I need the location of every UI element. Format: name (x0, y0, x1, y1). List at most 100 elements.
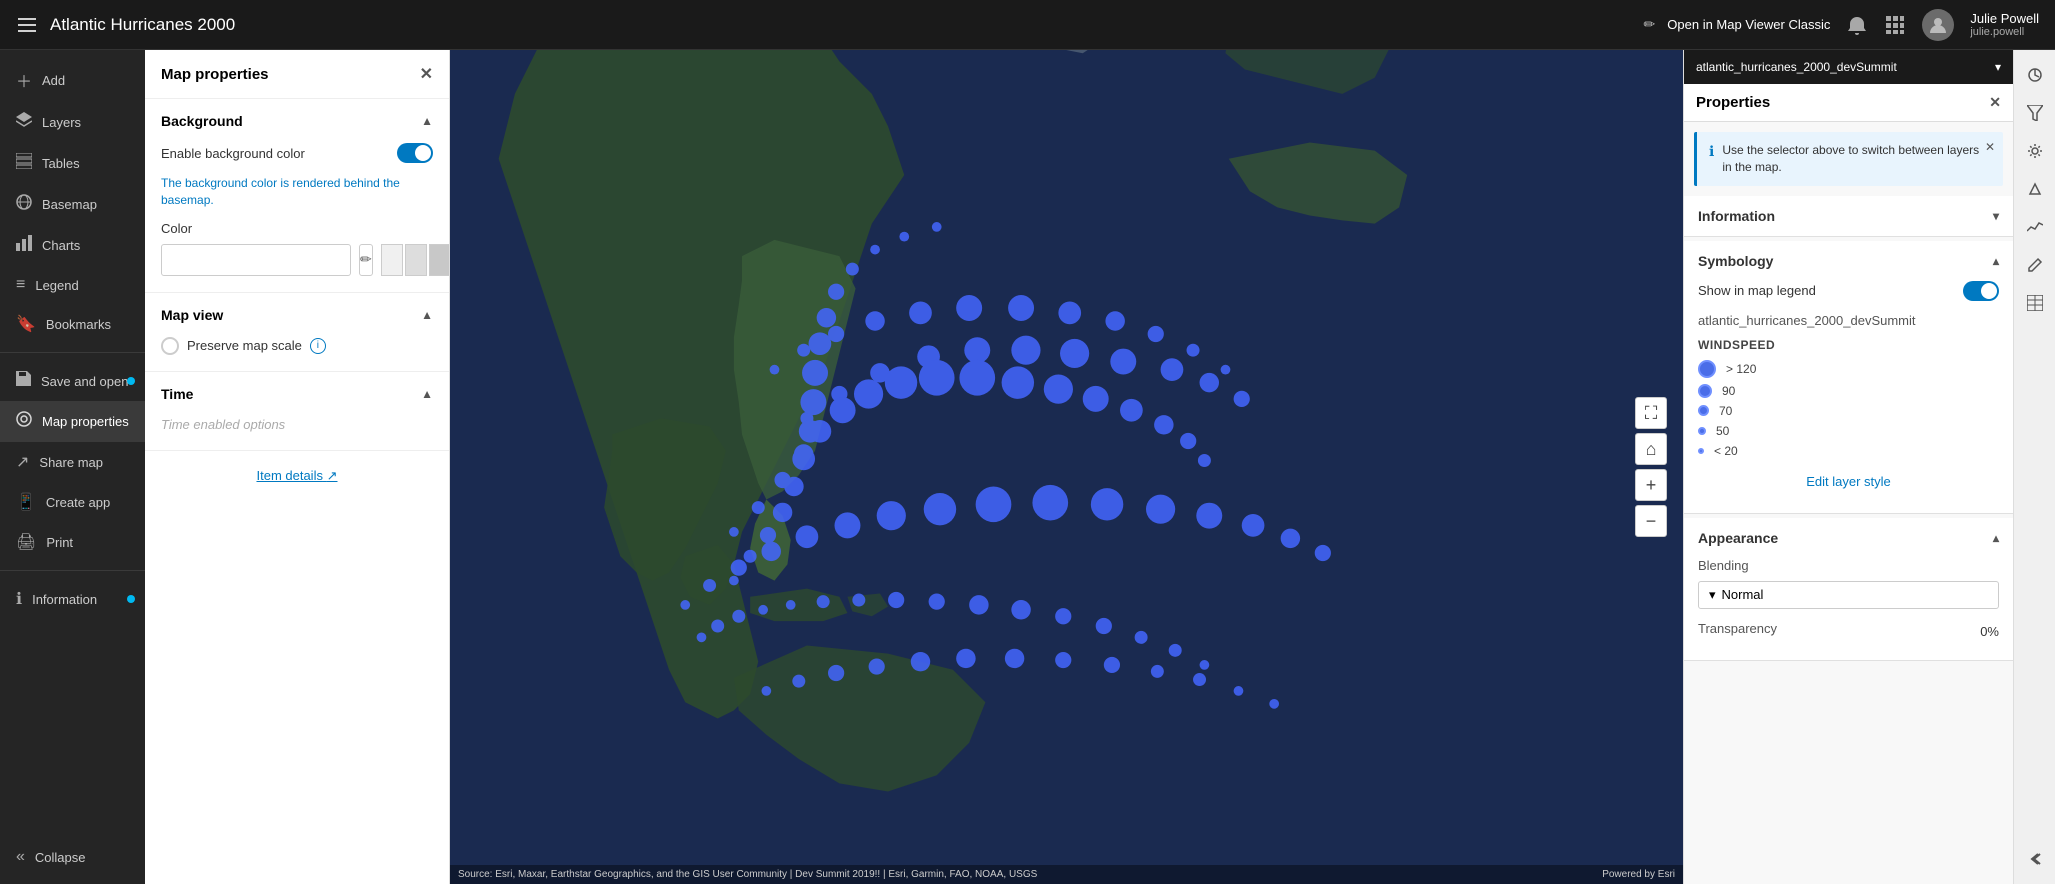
sidebar-item-map-properties[interactable]: Map properties (0, 401, 145, 442)
sidebar-item-save-open-label: Save and open (41, 374, 128, 389)
edit-title-icon[interactable]: ✏ (1644, 16, 1656, 33)
properties-close-button[interactable]: ✕ (1989, 94, 2001, 111)
symbology-section-content: Show in map legend atlantic_hurricanes_2… (1684, 281, 2013, 513)
sidebar-item-add[interactable]: ＋ Add (0, 58, 145, 102)
item-details-label: Item details (256, 468, 322, 483)
tables-icon (16, 153, 32, 174)
sidebar-item-map-properties-label: Map properties (42, 414, 129, 429)
information-section: Information ▾ (1684, 196, 2013, 237)
blending-chevron-icon: ▾ (1709, 587, 1716, 603)
appearance-section: Appearance ▴ Blending ▾ Normal Transpare… (1684, 518, 2013, 661)
map-properties-panel: Map properties ✕ Background ▲ Enable bac… (145, 50, 450, 884)
menu-icon[interactable] (16, 14, 38, 36)
user-email: julie.powell (1970, 26, 2039, 38)
sidebar-item-collapse[interactable]: « Collapse (0, 838, 145, 876)
preserve-scale-info-icon[interactable]: i (310, 338, 326, 354)
color-swatch-3[interactable] (429, 244, 450, 276)
map-view-section-header[interactable]: Map view ▲ (145, 293, 449, 337)
info-banner: ℹ Use the selector above to switch betwe… (1694, 132, 2003, 186)
topbar-right: Open in Map Viewer Classic Julie Powell … (1667, 9, 2039, 41)
collapse-icon: « (16, 848, 25, 866)
sidebar-item-save-open[interactable]: Save and open (0, 361, 145, 401)
zoom-in-button[interactable]: + (1635, 469, 1667, 501)
legend-text-1: > 120 (1726, 362, 1756, 376)
save-open-dot (127, 377, 135, 385)
zoom-out-button[interactable]: − (1635, 505, 1667, 537)
information-chevron-icon: ▾ (1993, 209, 1999, 223)
rail-analytics-icon[interactable] (2018, 210, 2052, 244)
right-properties-panel: atlantic_hurricanes_2000_devSummit ▾ Pro… (1683, 50, 2013, 884)
rail-style-icon[interactable] (2018, 58, 2052, 92)
item-details-link[interactable]: Item details ↗ (256, 468, 337, 483)
info-banner-text: Use the selector above to switch between… (1722, 142, 1991, 176)
rail-fields-icon[interactable] (2018, 286, 2052, 320)
sidebar-item-bookmarks[interactable]: 🔖 Bookmarks (0, 304, 145, 344)
charts-icon (16, 235, 32, 256)
sidebar-item-information[interactable]: ℹ Information (0, 579, 145, 619)
information-section-label: Information (1698, 208, 1775, 224)
open-classic-link[interactable]: Open in Map Viewer Classic (1667, 17, 1830, 32)
color-swatches (381, 244, 450, 276)
avatar[interactable] (1922, 9, 1954, 41)
info-banner-close-button[interactable]: ✕ (1985, 140, 1995, 154)
sidebar-item-basemap[interactable]: Basemap (0, 184, 145, 225)
map-view-chevron-icon: ▲ (421, 308, 433, 322)
transparency-value: 0% (1980, 624, 1999, 639)
map-view-section-label: Map view (161, 307, 223, 323)
legend-dot-4 (1698, 427, 1706, 435)
sidebar-item-basemap-label: Basemap (42, 197, 97, 212)
sidebar-item-information-label: Information (32, 592, 97, 607)
notification-icon[interactable] (1846, 14, 1868, 36)
background-section-content: Enable background color The background c… (145, 143, 449, 292)
sidebar-divider (0, 352, 145, 353)
legend-item-1: > 120 (1698, 360, 1999, 378)
legend-dot-1 (1698, 360, 1716, 378)
rail-effects-icon[interactable] (2018, 172, 2052, 206)
rail-configure-icon[interactable] (2018, 134, 2052, 168)
map-home-button[interactable]: ⌂ (1635, 433, 1667, 465)
symbology-section-header[interactable]: Symbology ▴ (1684, 241, 2013, 281)
edit-layer-style-link[interactable]: Edit layer style (1698, 464, 1999, 499)
color-input[interactable] (161, 244, 351, 276)
color-edit-button[interactable]: ✏ (359, 244, 373, 276)
rail-collapse-icon[interactable] (2018, 842, 2052, 876)
preserve-scale-row: Preserve map scale i (161, 337, 433, 355)
rail-filter-icon[interactable] (2018, 96, 2052, 130)
legend-item-4: 50 (1698, 424, 1999, 438)
color-swatch-1[interactable] (381, 244, 403, 276)
sidebar-item-charts[interactable]: Charts (0, 225, 145, 266)
map-properties-close-button[interactable]: ✕ (420, 64, 433, 84)
preserve-scale-toggle[interactable] (161, 337, 179, 355)
show-legend-row: Show in map legend (1698, 281, 1999, 301)
apps-grid-icon[interactable] (1884, 14, 1906, 36)
blending-select[interactable]: ▾ Normal (1698, 581, 1999, 609)
sidebar-item-print[interactable]: 🖨 Print (0, 522, 145, 562)
appearance-section-header[interactable]: Appearance ▴ (1684, 518, 2013, 558)
enable-background-toggle[interactable] (397, 143, 433, 163)
sidebar-item-add-label: Add (42, 73, 65, 88)
time-section-header[interactable]: Time ▲ (145, 372, 449, 416)
transparency-label: Transparency (1698, 621, 1777, 636)
sidebar-item-share-map[interactable]: ↗ Share map (0, 442, 145, 482)
map-area[interactable]: ⛶ ⌂ + − Source: Esri, Maxar, Earthstar G… (450, 50, 1683, 884)
map-properties-icon (16, 411, 32, 432)
sidebar-item-create-app[interactable]: 📱 Create app (0, 482, 145, 522)
color-swatch-2[interactable] (405, 244, 427, 276)
sidebar-item-layers[interactable]: Layers (0, 102, 145, 143)
map-extent-button[interactable]: ⛶ (1635, 397, 1667, 429)
add-icon: ＋ (16, 68, 32, 92)
show-legend-toggle[interactable] (1963, 281, 1999, 301)
sidebar-item-tables[interactable]: Tables (0, 143, 145, 184)
transparency-label-row: Transparency 0% (1698, 621, 1999, 642)
time-chevron-icon: ▲ (421, 387, 433, 401)
information-section-header[interactable]: Information ▾ (1684, 196, 2013, 236)
rail-edit-icon[interactable] (2018, 248, 2052, 282)
layer-selector-bar[interactable]: atlantic_hurricanes_2000_devSummit ▾ (1684, 50, 2013, 84)
sidebar-item-tables-label: Tables (42, 156, 80, 171)
sidebar-item-collapse-label: Collapse (35, 850, 86, 865)
sidebar-item-legend[interactable]: ≡ Legend (0, 266, 145, 304)
bookmarks-icon: 🔖 (16, 314, 36, 334)
map-svg (450, 50, 1683, 884)
map-attribution: Source: Esri, Maxar, Earthstar Geographi… (450, 865, 1683, 884)
background-section-header[interactable]: Background ▲ (145, 99, 449, 143)
